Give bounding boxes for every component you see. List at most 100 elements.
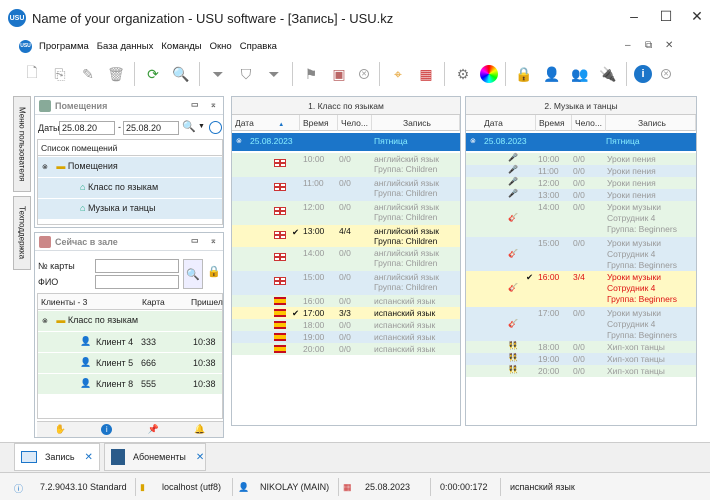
schedule-row[interactable]: 🎤 11:00 0/0 Уроки пения — [466, 165, 696, 177]
filter-add-icon[interactable]: ⛉ — [235, 63, 257, 85]
col-people[interactable]: Чело... — [572, 115, 606, 131]
collapse-icon[interactable]: ⊗ — [42, 164, 48, 171]
collapse-icon[interactable]: ⊗ — [236, 137, 242, 145]
search-button[interactable]: 🔍 — [183, 259, 203, 289]
menu-commands[interactable]: Команды — [161, 41, 201, 52]
col-card[interactable]: Карта — [142, 297, 165, 307]
minimize-button[interactable]: – — [624, 8, 644, 24]
schedule-row[interactable]: 20:00 0/0 испанский язык — [232, 343, 460, 355]
tab-user-menu[interactable]: Меню пользователя — [13, 96, 31, 192]
filter-clear-icon[interactable]: ⏷ — [263, 63, 285, 85]
schedule-row[interactable]: 👯 18:00 0/0 Хип-хоп танцы — [466, 341, 696, 353]
schedule-row[interactable]: 11:00 0/0 английский язык Группа: Children — [232, 177, 460, 201]
col-date[interactable]: Дата ▲ — [232, 115, 300, 131]
schedule-row[interactable]: 🎤 12:00 0/0 Уроки пения — [466, 177, 696, 189]
schedule-row[interactable]: 10:00 0/0 английский язык Группа: Children — [232, 153, 460, 177]
close-icon[interactable]: ✕ — [359, 69, 369, 79]
edit-icon[interactable]: ✎ — [77, 63, 99, 85]
map-pin-icon[interactable]: ⌖ — [387, 63, 409, 85]
room-item-music[interactable]: ⌂ Музыка и танцы — [38, 199, 222, 219]
menu-logo-icon[interactable]: USU — [19, 39, 32, 53]
schedule-row[interactable]: ✔ 17:00 3/3 испанский язык — [232, 307, 460, 319]
date-search-icon[interactable]: 🔍 — [182, 120, 196, 136]
menu-help[interactable]: Справка — [240, 41, 277, 52]
panel-minimize-button[interactable]: ▭ — [191, 236, 199, 245]
schedule-row[interactable]: 19:00 0/0 испанский язык — [232, 331, 460, 343]
table-row[interactable]: 👤 Клиент 5 666 10:38 — [38, 353, 222, 373]
info-icon[interactable]: i — [634, 65, 652, 83]
schedule-row[interactable]: 🎸 15:00 0/0 Уроки музыки Сотрудник 4 Группа: … — [466, 237, 696, 271]
close-icon[interactable]: ✕ — [661, 69, 671, 79]
schedule-row[interactable]: 15:00 0/0 английский язык Группа: Children — [232, 271, 460, 295]
schedule-row[interactable]: 16:00 0/0 испанский язык — [232, 295, 460, 307]
plug-icon[interactable]: 🔌 — [597, 63, 619, 85]
name-input[interactable] — [95, 275, 179, 289]
mdi-minimize-button[interactable]: – — [625, 40, 631, 51]
card-input[interactable] — [95, 259, 179, 273]
col-time[interactable]: Время — [536, 115, 572, 131]
schedule-row[interactable]: 🎸 ✔ 16:00 3/4 Уроки музыки Сотрудник 4 Группа:… — [466, 271, 696, 307]
schedule-row[interactable]: 👯 20:00 0/0 Хип-хоп танцы — [466, 365, 696, 377]
calendar-icon[interactable]: ▦ — [415, 63, 437, 85]
table-row[interactable]: 👤 Клиент 8 555 10:38 — [38, 374, 222, 394]
panel-pin-button[interactable]: ⌅ — [210, 100, 217, 109]
pin-icon[interactable]: 📌 — [148, 424, 159, 435]
col-record[interactable]: Запись — [606, 115, 696, 131]
panel-pin-button[interactable]: ⌅ — [210, 236, 217, 245]
table-row[interactable]: 👤 Клиент 4 333 10:38 — [38, 332, 222, 352]
schedule-row[interactable]: 🎤 10:00 0/0 Уроки пения — [466, 153, 696, 165]
date-from-input[interactable]: 25.08.20 — [59, 121, 115, 135]
settings-icon[interactable]: ⚙ — [452, 63, 474, 85]
lock-icon[interactable]: 🔒 — [513, 63, 535, 85]
info-icon[interactable]: i — [101, 424, 113, 435]
day-header-row[interactable]: ⊗ 25.08.2023 Пятница — [232, 133, 460, 151]
copy-icon[interactable]: ⎘ — [49, 63, 71, 85]
maximize-button[interactable]: ☐ — [656, 8, 676, 25]
schedule-row[interactable]: 18:00 0/0 испанский язык — [232, 319, 460, 331]
schedule-row[interactable]: 🎸 17:00 0/0 Уроки музыки Сотрудник 4 Группа: … — [466, 307, 696, 341]
tab-zapis[interactable]: Запись ✕ — [14, 443, 100, 471]
menu-database[interactable]: База данных — [97, 41, 154, 52]
bell-icon[interactable]: 🔔 — [194, 424, 205, 435]
col-record[interactable]: Запись — [372, 115, 460, 131]
panel-minimize-button[interactable]: ▭ — [191, 100, 199, 109]
hand-icon[interactable]: ✋ — [55, 424, 66, 435]
col-clients[interactable]: Клиенты - 3 — [41, 297, 87, 307]
lock-icon[interactable]: 🔒 — [207, 265, 221, 278]
delete-icon[interactable]: 🗑 — [105, 63, 127, 85]
menu-window[interactable]: Окно — [210, 41, 232, 52]
schedule-row[interactable]: 12:00 0/0 английский язык Группа: Children — [232, 201, 460, 225]
mdi-close-button[interactable]: ✕ — [665, 40, 673, 51]
room-item-languages[interactable]: ⌂ Класс по языкам — [38, 178, 222, 198]
col-date[interactable]: Дата — [466, 115, 536, 131]
color-wheel-icon[interactable] — [480, 65, 498, 83]
schedule-row[interactable]: 🎤 13:00 0/0 Уроки пения — [466, 189, 696, 201]
search-icon[interactable]: 🔍 — [170, 63, 192, 85]
collapse-icon[interactable]: ⊗ — [470, 137, 476, 145]
date-to-input[interactable]: 25.08.20 — [123, 121, 179, 135]
close-window-button[interactable]: ✕ — [687, 8, 707, 25]
col-came[interactable]: Пришел — [191, 297, 223, 307]
mdi-restore-button[interactable]: ⧉ — [645, 40, 652, 51]
rooms-group-row[interactable]: ⊗ ▬ Помещения — [38, 157, 222, 177]
refresh-icon[interactable]: ⟳ — [142, 63, 164, 85]
collapse-icon[interactable]: ⊗ — [42, 318, 48, 325]
new-icon[interactable]: 🗋 — [21, 63, 43, 85]
user-icon[interactable]: 👤 — [541, 63, 563, 85]
day-header-row[interactable]: ⊗ 25.08.2023 Пятница — [466, 133, 696, 151]
tab-close-icon[interactable]: ✕ — [196, 452, 204, 463]
chevron-down-icon[interactable]: ▼ — [198, 123, 205, 130]
schedule-row[interactable]: 14:00 0/0 английский язык Группа: Children — [232, 247, 460, 271]
menu-program[interactable]: Программа — [39, 41, 89, 52]
users-icon[interactable]: 👥 — [569, 63, 591, 85]
clock-icon[interactable] — [209, 121, 222, 134]
col-people[interactable]: Чело... — [338, 115, 372, 131]
schedule-row[interactable]: 👯 19:00 0/0 Хип-хоп танцы — [466, 353, 696, 365]
clients-group-row[interactable]: ⊗ ▬ Класс по языкам — [38, 311, 222, 331]
tab-close-icon[interactable]: ✕ — [85, 452, 93, 463]
image-icon[interactable]: ▣ — [328, 63, 350, 85]
schedule-row[interactable]: ✔ 13:00 4/4 английский язык Группа: Children — [232, 225, 460, 247]
tab-support[interactable]: Техподдержка — [13, 196, 31, 270]
filter-icon[interactable]: ⏷ — [207, 63, 229, 85]
flag-icon[interactable]: ⚑ — [300, 63, 322, 85]
